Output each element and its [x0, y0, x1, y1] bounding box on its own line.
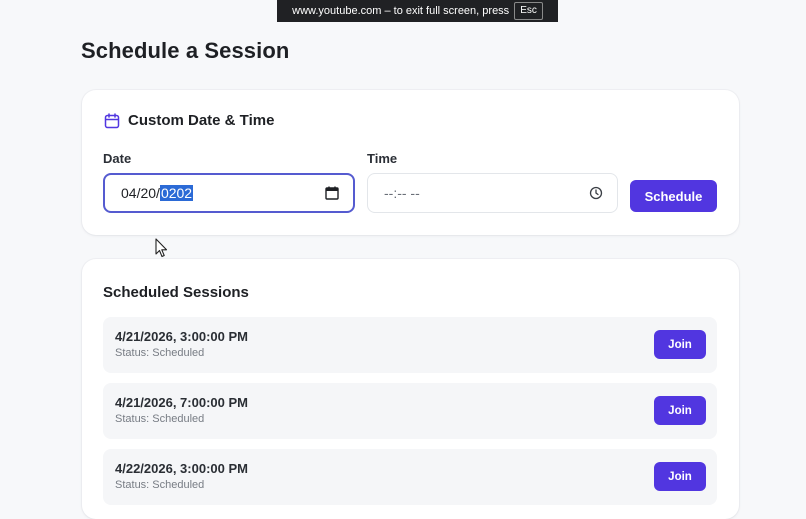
calendar-picker-icon[interactable] [325, 186, 339, 200]
mouse-pointer-icon [155, 238, 168, 258]
join-button[interactable]: Join [654, 330, 706, 359]
time-input[interactable]: --:-- -- [367, 173, 618, 213]
scheduled-sessions-card: Scheduled Sessions 4/21/2026, 3:00:00 PM… [82, 259, 739, 519]
custom-date-time-title: Custom Date & Time [128, 112, 275, 129]
esc-key-hint: Esc [514, 2, 543, 20]
session-status: Status: Scheduled [115, 479, 205, 491]
time-label: Time [367, 151, 398, 166]
session-item: 4/22/2026, 3:00:00 PM Status: Scheduled … [103, 449, 717, 505]
date-label: Date [103, 151, 132, 166]
page-title: Schedule a Session [81, 38, 290, 63]
date-value-prefix: 04/20/ [121, 185, 160, 201]
session-datetime: 4/21/2026, 7:00:00 PM [115, 395, 248, 410]
schedule-button[interactable]: Schedule [630, 180, 717, 212]
session-datetime: 4/22/2026, 3:00:00 PM [115, 461, 248, 476]
session-status: Status: Scheduled [115, 413, 205, 425]
session-status: Status: Scheduled [115, 347, 205, 359]
calendar-icon [104, 112, 120, 129]
time-placeholder: --:-- -- [384, 185, 420, 201]
custom-date-time-header: Custom Date & Time [104, 112, 274, 129]
join-button[interactable]: Join [654, 396, 706, 425]
fullscreen-banner: www.youtube.com – to exit full screen, p… [277, 0, 558, 22]
clock-icon[interactable] [589, 186, 603, 200]
custom-date-time-card: Custom Date & Time Date 04/20/0202 Time … [82, 90, 739, 235]
date-year-segment-selected[interactable]: 0202 [159, 185, 194, 201]
session-item: 4/21/2026, 7:00:00 PM Status: Scheduled … [103, 383, 717, 439]
join-button[interactable]: Join [654, 462, 706, 491]
date-input[interactable]: 04/20/0202 [103, 173, 355, 213]
session-datetime: 4/21/2026, 3:00:00 PM [115, 329, 248, 344]
session-list: 4/21/2026, 3:00:00 PM Status: Scheduled … [103, 317, 717, 515]
scheduled-sessions-title: Scheduled Sessions [103, 284, 249, 301]
session-item: 4/21/2026, 3:00:00 PM Status: Scheduled … [103, 317, 717, 373]
fullscreen-banner-text: www.youtube.com – to exit full screen, p… [292, 5, 510, 17]
